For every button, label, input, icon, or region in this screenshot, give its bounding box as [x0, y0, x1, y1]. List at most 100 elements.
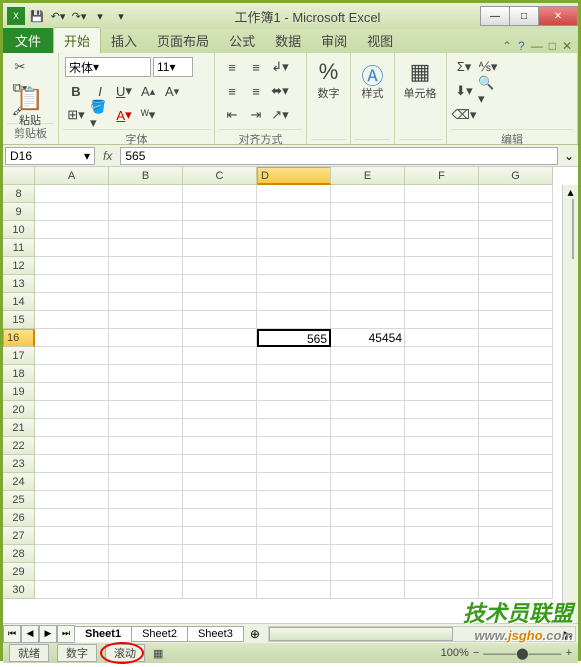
cell-C13[interactable] [183, 275, 257, 293]
tab-home[interactable]: 开始 [53, 27, 101, 53]
cell-E20[interactable] [331, 401, 405, 419]
clear-icon[interactable]: ⌫▾ [453, 105, 475, 125]
cell-E27[interactable] [331, 527, 405, 545]
cell-C18[interactable] [183, 365, 257, 383]
align-left-icon[interactable]: ≡ [221, 81, 243, 101]
cell-F29[interactable] [405, 563, 479, 581]
underline-button[interactable]: U▾ [113, 81, 135, 101]
cell-B14[interactable] [109, 293, 183, 311]
cell-E9[interactable] [331, 203, 405, 221]
cell-D26[interactable] [257, 509, 331, 527]
cells-button[interactable]: ▦ 单元格 [401, 57, 439, 103]
row-header-19[interactable]: 19 [3, 383, 35, 401]
row-header-12[interactable]: 12 [3, 257, 35, 275]
row-header-27[interactable]: 27 [3, 527, 35, 545]
find-icon[interactable]: 🔍▾ [477, 81, 499, 101]
indent-left-icon[interactable]: ⇤ [221, 105, 243, 125]
tab-view[interactable]: 视图 [357, 28, 403, 53]
cell-A9[interactable] [35, 203, 109, 221]
cell-F9[interactable] [405, 203, 479, 221]
cell-G30[interactable] [479, 581, 553, 599]
cut-icon[interactable]: ✂ [9, 57, 31, 77]
cell-G10[interactable] [479, 221, 553, 239]
cell-F12[interactable] [405, 257, 479, 275]
row-header-13[interactable]: 13 [3, 275, 35, 293]
sheet-nav-prev[interactable]: ◀ [21, 625, 39, 643]
cell-G11[interactable] [479, 239, 553, 257]
cell-F25[interactable] [405, 491, 479, 509]
qat-customize-icon[interactable]: ▾ [112, 7, 130, 25]
qat-dropdown-icon[interactable]: ▾ [91, 7, 109, 25]
name-box[interactable]: D16▾ [5, 147, 95, 165]
cell-B30[interactable] [109, 581, 183, 599]
cell-C15[interactable] [183, 311, 257, 329]
cell-D14[interactable] [257, 293, 331, 311]
cell-C30[interactable] [183, 581, 257, 599]
col-header-E[interactable]: E [331, 167, 405, 185]
cell-B10[interactable] [109, 221, 183, 239]
cell-G24[interactable] [479, 473, 553, 491]
cell-A24[interactable] [35, 473, 109, 491]
view-normal-icon[interactable]: ▦ [153, 647, 163, 660]
cell-F10[interactable] [405, 221, 479, 239]
cell-G9[interactable] [479, 203, 553, 221]
cell-A17[interactable] [35, 347, 109, 365]
cell-G12[interactable] [479, 257, 553, 275]
cell-C10[interactable] [183, 221, 257, 239]
cell-F21[interactable] [405, 419, 479, 437]
align-top-icon[interactable]: ≡ [221, 57, 243, 77]
close-button[interactable]: ✕ [538, 6, 578, 26]
cell-C9[interactable] [183, 203, 257, 221]
tab-review[interactable]: 审阅 [311, 28, 357, 53]
row-header-11[interactable]: 11 [3, 239, 35, 257]
cell-B28[interactable] [109, 545, 183, 563]
cell-D24[interactable] [257, 473, 331, 491]
cell-E12[interactable] [331, 257, 405, 275]
cell-C22[interactable] [183, 437, 257, 455]
cell-E24[interactable] [331, 473, 405, 491]
wrap-text-icon[interactable]: ↲▾ [269, 57, 291, 77]
cell-E23[interactable] [331, 455, 405, 473]
cell-B23[interactable] [109, 455, 183, 473]
cell-E28[interactable] [331, 545, 405, 563]
zoom-in-icon[interactable]: + [566, 647, 572, 659]
tab-formulas[interactable]: 公式 [219, 28, 265, 53]
row-header-16[interactable]: 16 [3, 329, 35, 347]
italic-button[interactable]: I [89, 81, 111, 101]
cell-C24[interactable] [183, 473, 257, 491]
cell-G27[interactable] [479, 527, 553, 545]
font-color-button[interactable]: A▾ [113, 105, 135, 125]
cell-C23[interactable] [183, 455, 257, 473]
cell-E21[interactable] [331, 419, 405, 437]
row-header-30[interactable]: 30 [3, 581, 35, 599]
paste-button[interactable]: 📋 粘贴 [11, 84, 49, 130]
cell-A8[interactable] [35, 185, 109, 203]
cell-B22[interactable] [109, 437, 183, 455]
horizontal-scrollbar[interactable]: ◀ ▶ [268, 626, 576, 642]
cell-C16[interactable] [183, 329, 257, 347]
cell-A10[interactable] [35, 221, 109, 239]
sheet-nav-first[interactable]: ⏮ [3, 625, 21, 643]
cell-F18[interactable] [405, 365, 479, 383]
zoom-out-icon[interactable]: − [473, 647, 479, 659]
align-middle-icon[interactable]: ≡ [245, 57, 267, 77]
vertical-scrollbar[interactable]: ▴ ▾ [562, 185, 578, 623]
doc-close-icon[interactable]: ✕ [562, 39, 572, 53]
cell-D23[interactable] [257, 455, 331, 473]
cell-B18[interactable] [109, 365, 183, 383]
cell-D17[interactable] [257, 347, 331, 365]
cell-G18[interactable] [479, 365, 553, 383]
cell-F24[interactable] [405, 473, 479, 491]
cell-A25[interactable] [35, 491, 109, 509]
cell-A22[interactable] [35, 437, 109, 455]
cell-F23[interactable] [405, 455, 479, 473]
help-icon[interactable]: ? [518, 39, 525, 53]
shrink-font-button[interactable]: A▾ [161, 81, 183, 101]
row-header-9[interactable]: 9 [3, 203, 35, 221]
cell-B24[interactable] [109, 473, 183, 491]
align-center-icon[interactable]: ≡ [245, 81, 267, 101]
cell-F28[interactable] [405, 545, 479, 563]
col-header-D[interactable]: D [257, 167, 331, 185]
cell-G19[interactable] [479, 383, 553, 401]
cell-E18[interactable] [331, 365, 405, 383]
